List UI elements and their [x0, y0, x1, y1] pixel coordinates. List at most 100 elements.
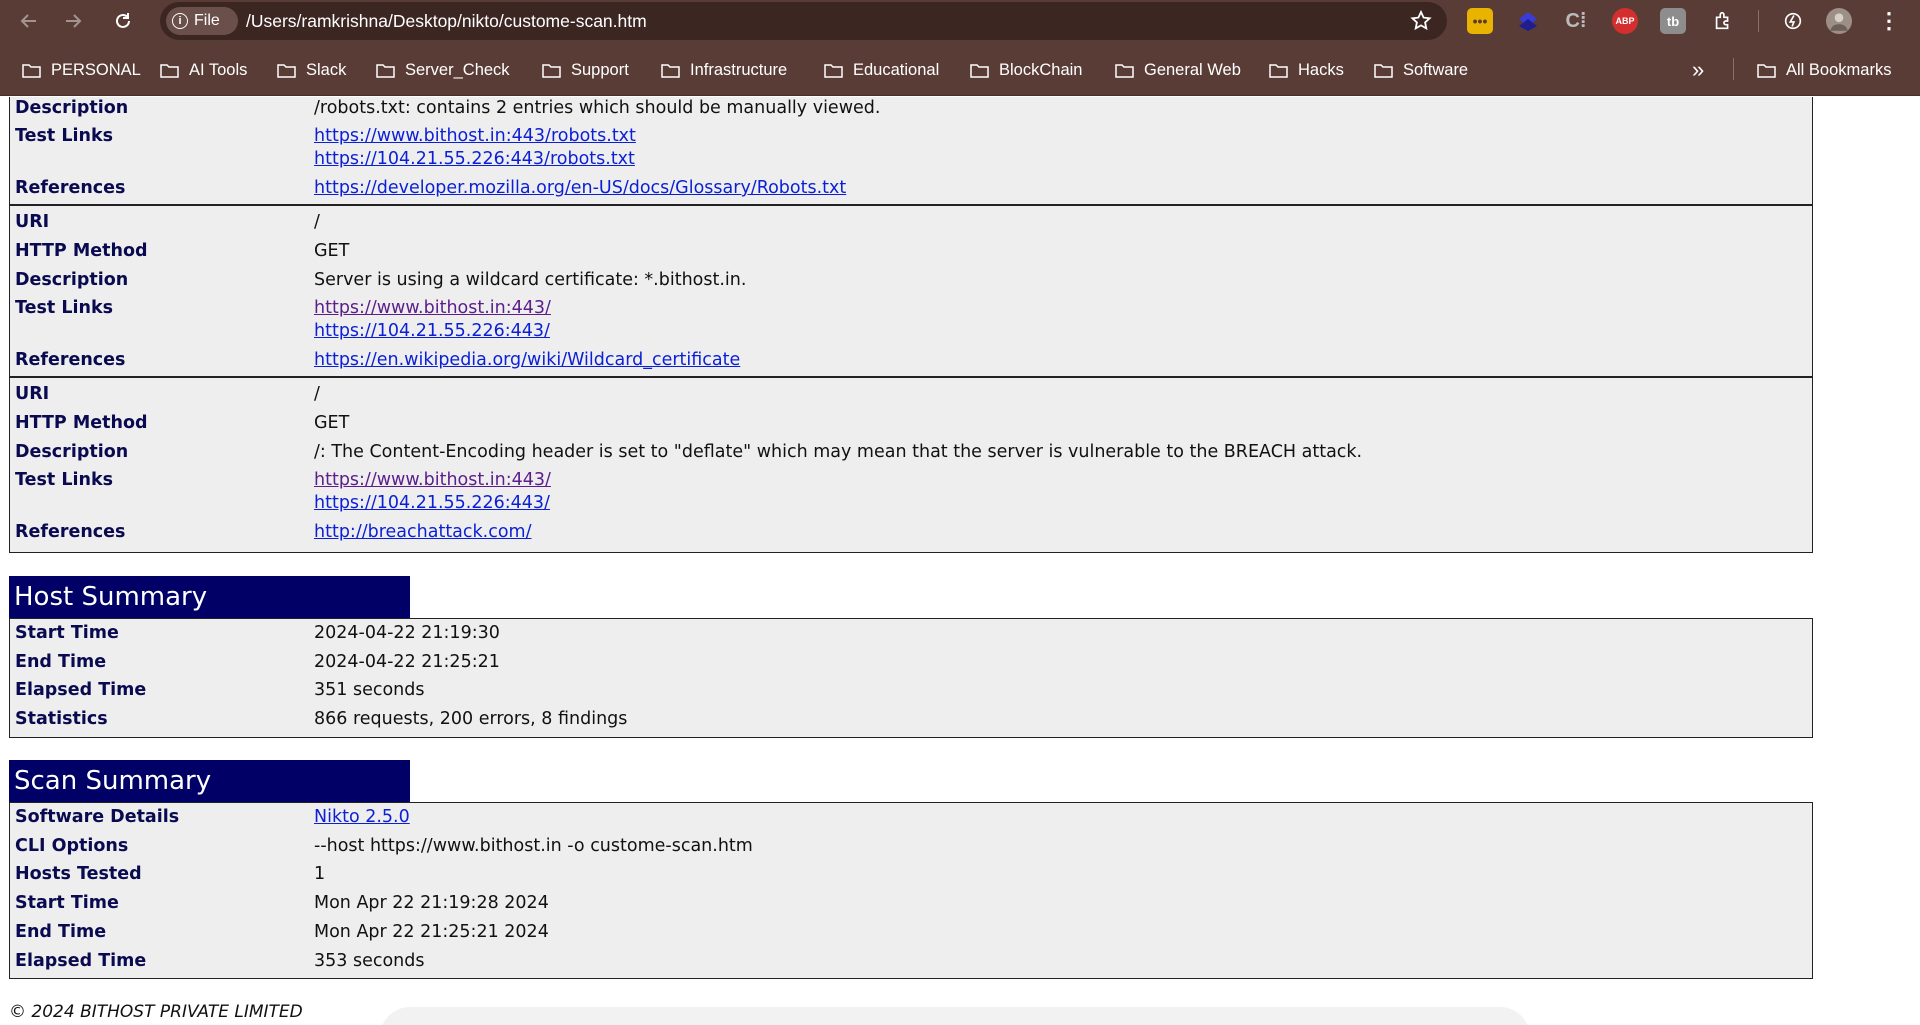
layers-extension-icon[interactable] — [1515, 8, 1541, 34]
bookmark-folder-server-check[interactable]: Server_Check — [376, 58, 510, 82]
references-label: References — [15, 350, 126, 370]
bookmark-folder-software[interactable]: Software — [1374, 58, 1468, 82]
elapsed-time-label: Elapsed Time — [15, 951, 147, 971]
folder-icon — [542, 63, 561, 78]
bookmark-folder-personal[interactable]: PERSONAL — [22, 58, 141, 82]
reload-button[interactable] — [106, 4, 140, 38]
browser-toolbar: i File /Users/ramkrishna/Desktop/nikto/c… — [0, 0, 1920, 42]
hosts-tested-value: 1 — [314, 864, 326, 884]
forward-button[interactable] — [56, 4, 90, 38]
test-links-label: Test Links — [15, 126, 114, 146]
tb-extension-icon[interactable]: tb — [1660, 8, 1686, 34]
bookmark-folder-slack[interactable]: Slack — [277, 58, 346, 82]
bookmarks-overflow-button[interactable]: » — [1692, 57, 1704, 82]
http-method-value: GET — [314, 413, 350, 433]
page-bottom-shadow — [380, 1007, 1530, 1025]
hosts-tested-label: Hosts Tested — [15, 864, 142, 884]
test-link[interactable]: https://104.21.55.226:443/robots.txt — [314, 149, 635, 169]
bookmark-folder-infrastructure[interactable]: Infrastructure — [661, 58, 787, 82]
profile-avatar[interactable] — [1826, 8, 1852, 34]
bookmarks-separator — [1733, 58, 1734, 80]
bookmark-folder-blockchain[interactable]: BlockChain — [970, 58, 1082, 82]
http-method-label: HTTP Method — [15, 413, 148, 433]
finding-divider — [10, 376, 1812, 378]
folder-icon — [1115, 63, 1134, 78]
statistics-value: 866 requests, 200 errors, 8 findings — [314, 709, 628, 729]
uri-label: URI — [15, 384, 50, 404]
end-time-value: 2024-04-22 21:25:21 — [314, 652, 500, 672]
folder-icon — [22, 63, 41, 78]
c-extension-icon[interactable]: C⁞ — [1563, 8, 1589, 34]
test-links-label: Test Links — [15, 298, 114, 318]
folder-icon — [160, 63, 179, 78]
bookmark-folder-general-web[interactable]: General Web — [1115, 58, 1241, 82]
bookmark-star-button[interactable] — [1409, 9, 1433, 33]
toolbar-separator — [1758, 10, 1759, 32]
reference-link[interactable]: https://developer.mozilla.org/en-US/docs… — [314, 178, 846, 198]
scan-summary-table: Software Details Nikto 2.5.0 CLI Options… — [9, 802, 1813, 979]
uri-value: / — [314, 212, 320, 232]
extensions-puzzle-icon[interactable] — [1710, 8, 1736, 34]
elapsed-time-value: 351 seconds — [314, 680, 425, 700]
host-summary-table: Start Time 2024-04-22 21:19:30 End Time … — [9, 618, 1813, 738]
url-text[interactable]: /Users/ramkrishna/Desktop/nikto/custome-… — [246, 11, 647, 32]
all-bookmarks-button[interactable]: All Bookmarks — [1757, 58, 1891, 82]
folder-icon — [661, 63, 680, 78]
back-button[interactable] — [12, 4, 46, 38]
reload-icon — [116, 13, 130, 28]
performance-icon[interactable] — [1780, 8, 1806, 34]
test-link[interactable]: https://www.bithost.in:443/ — [314, 298, 551, 318]
bookmark-folder-hacks[interactable]: Hacks — [1269, 58, 1344, 82]
cli-options-value: --host https://www.bithost.in -o custome… — [314, 836, 753, 856]
bookmark-folder-support[interactable]: Support — [542, 58, 629, 82]
menu-kebab-icon[interactable]: ⋮ — [1876, 8, 1902, 34]
http-method-value: GET — [314, 241, 350, 261]
description-label: Description — [15, 442, 129, 462]
test-link[interactable]: https://www.bithost.in:443/robots.txt — [314, 126, 636, 146]
elapsed-time-label: Elapsed Time — [15, 680, 147, 700]
finding-divider — [10, 204, 1812, 206]
software-details-label: Software Details — [15, 807, 180, 827]
elapsed-time-value: 353 seconds — [314, 951, 425, 971]
http-method-label: HTTP Method — [15, 241, 148, 261]
folder-icon — [970, 63, 989, 78]
site-info-chip[interactable]: i File — [166, 7, 238, 35]
star-icon — [1410, 9, 1432, 31]
folder-icon — [1757, 63, 1776, 78]
test-links-label: Test Links — [15, 470, 114, 490]
arrow-left-icon — [20, 14, 36, 28]
test-link[interactable]: https://104.21.55.226:443/ — [314, 493, 550, 513]
bookmark-folder-educational[interactable]: Educational — [824, 58, 939, 82]
cli-options-label: CLI Options — [15, 836, 129, 856]
footer-copyright: © 2024 BITHOST PRIVATE LIMITED — [9, 1002, 303, 1022]
keep-extension-icon[interactable]: ••• — [1467, 8, 1493, 34]
start-time-label: Start Time — [15, 623, 119, 643]
references-label: References — [15, 178, 126, 198]
address-bar[interactable]: i File /Users/ramkrishna/Desktop/nikto/c… — [160, 2, 1447, 40]
start-time-value: Mon Apr 22 21:19:28 2024 — [314, 893, 549, 913]
adblock-plus-icon[interactable]: ABP — [1612, 8, 1638, 34]
reference-link[interactable]: http://breachattack.com/ — [314, 522, 532, 542]
reference-link[interactable]: https://en.wikipedia.org/wiki/Wildcard_c… — [314, 350, 740, 370]
description-value: /: The Content-Encoding header is set to… — [314, 442, 1363, 462]
folder-icon — [277, 63, 296, 78]
folder-icon — [824, 63, 843, 78]
bookmarks-bar: PERSONAL AI Tools Slack Server_Check Sup… — [0, 42, 1920, 96]
software-link[interactable]: Nikto 2.5.0 — [314, 807, 410, 827]
description-value: /robots.txt: contains 2 entries which sh… — [314, 98, 881, 118]
site-chip-label: File — [194, 12, 220, 29]
test-link[interactable]: https://www.bithost.in:443/ — [314, 470, 551, 490]
arrow-right-icon — [66, 14, 82, 28]
statistics-label: Statistics — [15, 709, 108, 729]
scan-summary-heading: Scan Summary — [9, 760, 410, 802]
uri-label: URI — [15, 212, 50, 232]
folder-icon — [376, 63, 395, 78]
host-summary-heading: Host Summary — [9, 576, 410, 618]
folder-icon — [1269, 63, 1288, 78]
findings-table: Description /robots.txt: contains 2 entr… — [9, 97, 1813, 553]
bookmark-folder-ai-tools[interactable]: AI Tools — [160, 58, 247, 82]
uri-value: / — [314, 384, 320, 404]
test-link[interactable]: https://104.21.55.226:443/ — [314, 321, 550, 341]
info-icon: i — [172, 13, 188, 29]
description-label: Description — [15, 98, 129, 118]
